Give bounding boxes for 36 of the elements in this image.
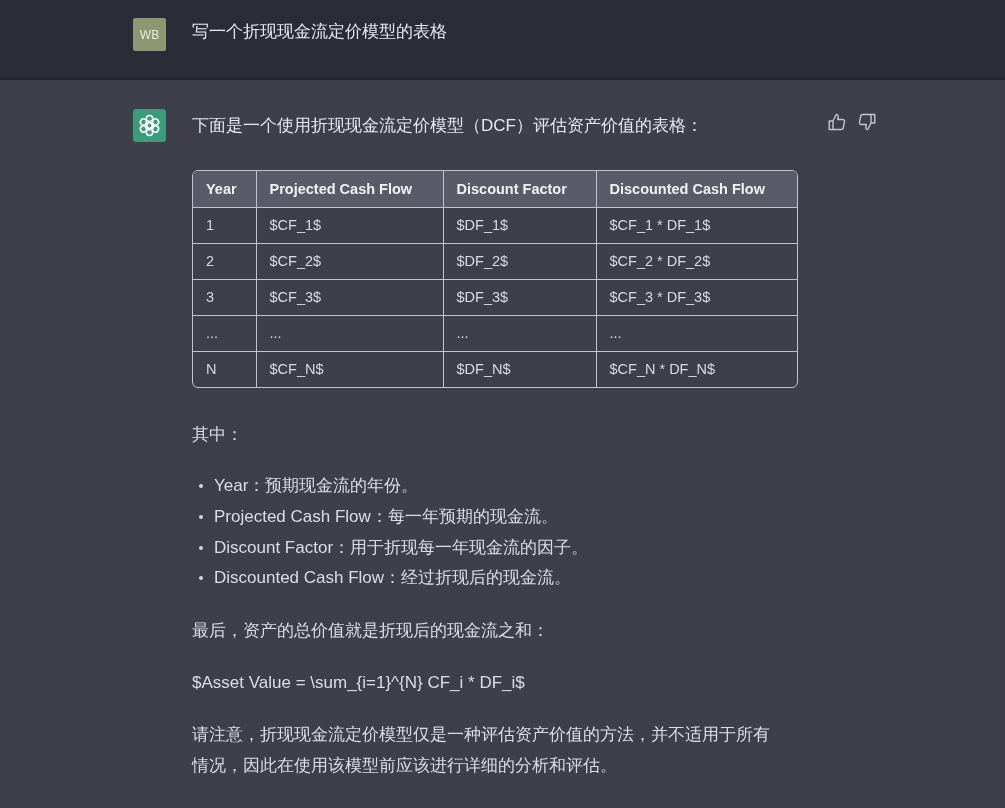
bullet-text: Year：预期现金流的年份。 (214, 475, 419, 498)
table-cell: ... (256, 315, 443, 351)
bullet-text: Discount Factor：用于折现每一年现金流的因子。 (214, 536, 589, 559)
table-cell: $CF_N * DF_N$ (596, 351, 797, 387)
formula-text: $Asset Value = \sum_{i=1}^{N} CF_i * DF_i$ (192, 671, 526, 694)
bullet-text: Discounted Cash Flow：经过折现后的现金流。 (214, 567, 572, 590)
thumbs-down-icon[interactable] (858, 113, 876, 131)
table-cell: ... (443, 315, 596, 351)
column-header: Projected Cash Flow (256, 171, 443, 207)
table-cell: $DF_2$ (443, 243, 596, 279)
table-cell: 1 (193, 207, 256, 243)
table-cell: $DF_3$ (443, 279, 596, 315)
summary-text: 最后，资产的总价值就是折现后的现金流之和： (192, 619, 550, 642)
bullet-icon (199, 515, 203, 520)
column-header: Discounted Cash Flow (596, 171, 797, 207)
table-cell: $DF_1$ (443, 207, 596, 243)
user-message: 写一个折现现金流定价模型的表格 (192, 21, 448, 43)
bullet-icon (199, 545, 203, 550)
table-cell: $CF_3$ (256, 279, 443, 315)
note-paragraph: 请注意，折现现金流定价模型仅是一种评估资产价值的方法，并不适用于所有情况，因此在使用该模型前应该进行详细的分析和评估。 (192, 723, 771, 777)
thumbs-up-icon[interactable] (828, 113, 846, 131)
table-cell: ... (193, 315, 256, 351)
table-cell: $CF_1$ (256, 207, 443, 243)
column-header: Discount Factor (443, 171, 596, 207)
user-avatar: WB (133, 18, 166, 51)
list-intro: 其中： (192, 424, 244, 446)
answer-intro: 下面是一个使用折现现金流定价模型（DCF）评估资产价值的表格： (192, 115, 704, 137)
column-header: Year (193, 171, 256, 207)
rosette-icon (133, 109, 166, 142)
table-cell: 2 (193, 243, 256, 279)
bullet-icon (199, 484, 203, 489)
table-cell: 3 (193, 279, 256, 315)
bullet-text: Projected Cash Flow：每一年预期的现金流。 (214, 506, 558, 529)
bullet-icon (199, 576, 203, 581)
table-cell: $CF_2$ (256, 243, 443, 279)
table-cell: N (193, 351, 256, 387)
